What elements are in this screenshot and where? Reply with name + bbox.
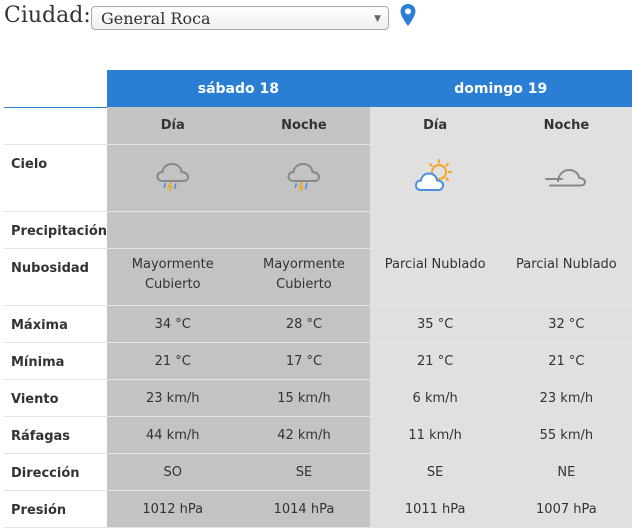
gust-cell: 55 km/h <box>500 416 632 454</box>
max-temp-cell: 32 °C <box>500 305 632 343</box>
table-row: Nubosidad Mayormente Cubierto Mayormente C… <box>4 248 632 306</box>
pressure-cell: 1014 hPa <box>238 490 370 528</box>
min-temp-cell: 21 °C <box>107 342 239 380</box>
max-temp-cell: 34 °C <box>107 305 239 343</box>
cloudiness-cell: Parcial Nublado <box>500 248 632 306</box>
cloudiness-line: Parcial Nublado <box>516 256 617 272</box>
row-label: Dirección <box>4 453 108 491</box>
row-label: Mínima <box>4 342 108 380</box>
city-selector-bar: Ciudad: General Roca ▼ <box>0 0 632 36</box>
min-temp-cell: 21 °C <box>369 342 501 380</box>
sky-cell <box>238 144 370 212</box>
cloudiness-line: Mayormente <box>131 256 214 272</box>
direction-cell: SE <box>238 453 370 491</box>
precip-cell <box>238 211 370 249</box>
city-select[interactable]: General Roca ▼ <box>91 6 389 30</box>
period-label: Día <box>369 107 501 145</box>
direction-cell: SE <box>369 453 501 491</box>
location-pin-icon[interactable] <box>399 3 417 27</box>
sky-cell <box>500 144 632 212</box>
period-label: Día <box>107 107 239 145</box>
pressure-cell: 1011 hPa <box>369 490 501 528</box>
pressure-cell: 1012 hPa <box>107 490 239 528</box>
period-label: Noche <box>238 107 370 145</box>
precip-cell <box>107 211 239 249</box>
min-temp-cell: 17 °C <box>238 342 370 380</box>
row-label: Precipitación <box>4 211 108 249</box>
precip-cell <box>500 211 632 249</box>
city-label: Ciudad: <box>4 3 91 28</box>
max-temp-cell: 35 °C <box>369 305 501 343</box>
day-header-row: sábado 18 domingo 19 <box>4 70 632 108</box>
table-row: Cielo <box>4 144 632 212</box>
wind-cell: 15 km/h <box>238 379 370 417</box>
sky-cell <box>369 144 501 212</box>
gust-cell: 44 km/h <box>107 416 239 454</box>
wind-cell: 23 km/h <box>500 379 632 417</box>
row-label: Cielo <box>4 144 108 212</box>
table-row: Dirección SO SE SE NE <box>4 453 632 491</box>
direction-cell: NE <box>500 453 632 491</box>
precip-cell <box>369 211 501 249</box>
table-row: Máxima 34 °C 28 °C 35 °C 32 °C <box>4 305 632 343</box>
table-row: Presión 1012 hPa 1014 hPa 1011 hPa 1007 … <box>4 490 632 528</box>
table-row: Mínima 21 °C 17 °C 21 °C 21 °C <box>4 342 632 380</box>
cloudiness-line: Parcial Nublado <box>384 256 486 272</box>
row-label: Nubosidad <box>4 248 108 306</box>
cloudiness-line: Cubierto <box>144 276 201 292</box>
row-label: Presión <box>4 490 108 528</box>
gust-cell: 42 km/h <box>238 416 370 454</box>
direction-cell: SO <box>107 453 239 491</box>
period-row: Día Noche Día Noche <box>4 107 632 145</box>
partly-sunny-icon <box>415 158 453 191</box>
cloudiness-line: Cubierto <box>276 276 332 292</box>
max-temp-cell: 28 °C <box>238 305 370 343</box>
wind-cell: 23 km/h <box>107 379 239 417</box>
chevron-down-icon: ▼ <box>374 14 381 24</box>
wind-cell: 6 km/h <box>369 379 501 417</box>
min-temp-cell: 21 °C <box>500 342 632 380</box>
table-row: Precipitación <box>4 211 632 249</box>
row-label: Máxima <box>4 305 108 343</box>
cloudiness-cell: Mayormente Cubierto <box>107 248 239 306</box>
row-label: Ráfagas <box>4 416 108 454</box>
gust-cell: 11 km/h <box>369 416 501 454</box>
storm-cloud-icon <box>287 162 320 191</box>
header-blank <box>4 70 108 108</box>
day-header: domingo 19 <box>369 70 632 107</box>
city-select-value: General Roca <box>101 9 211 28</box>
period-label: Noche <box>500 107 632 145</box>
table-row: Viento 23 km/h 15 km/h 6 km/h 23 km/h <box>4 379 632 417</box>
row-label: Viento <box>4 379 108 417</box>
forecast-table: sábado 18 domingo 19 Día Noche Día Noche… <box>4 70 632 528</box>
cloudy-night-icon <box>545 168 587 186</box>
day-header: sábado 18 <box>107 70 370 107</box>
label-blank <box>4 107 108 145</box>
storm-cloud-icon <box>156 162 189 191</box>
table-row: Ráfagas 44 km/h 42 km/h 11 km/h 55 km/h <box>4 416 632 454</box>
pressure-cell: 1007 hPa <box>500 490 632 528</box>
cloudiness-line: Mayormente <box>262 256 345 272</box>
cloudiness-cell: Parcial Nublado <box>369 248 501 306</box>
sky-cell <box>107 144 239 212</box>
cloudiness-cell: Mayormente Cubierto <box>238 248 370 306</box>
